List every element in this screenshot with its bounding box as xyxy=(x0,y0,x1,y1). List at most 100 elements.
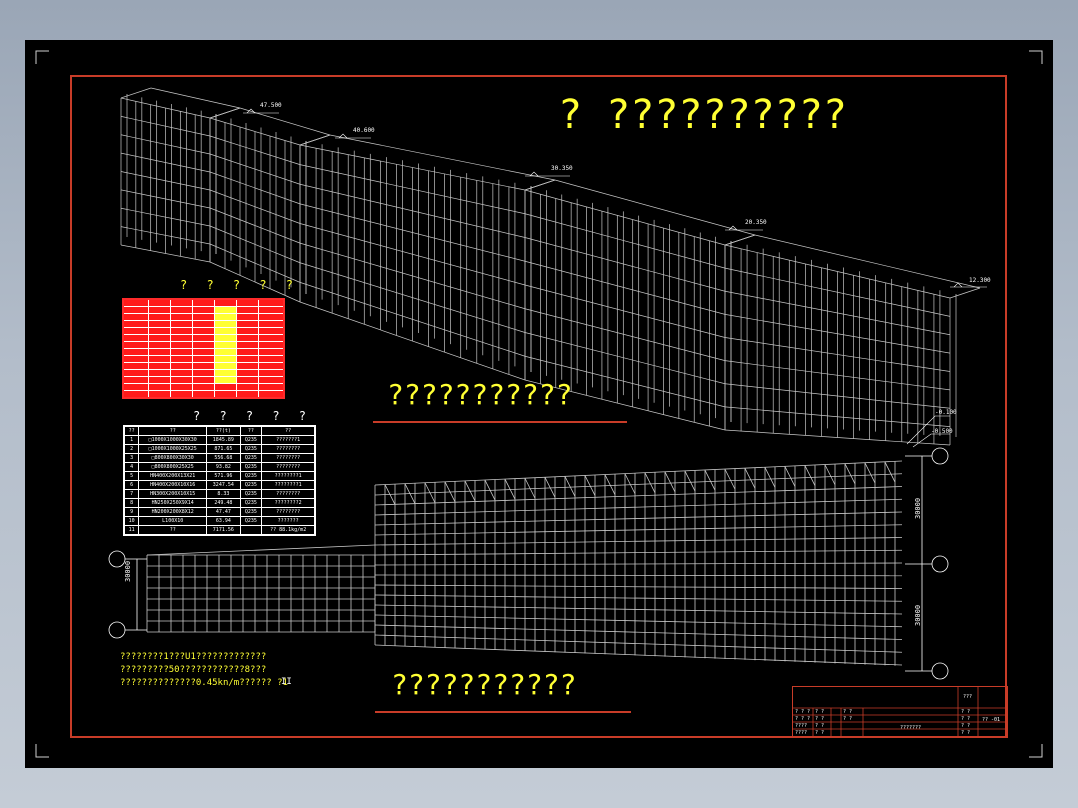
table-cell xyxy=(148,306,172,314)
note-line: ?????????50????????????8??? xyxy=(120,665,267,675)
dimension-right-top: 30000 xyxy=(914,497,922,519)
table-cell: 7 xyxy=(123,489,140,499)
tb-label: ? ? xyxy=(843,709,853,715)
table-cell: 9 xyxy=(123,507,140,517)
table-cell xyxy=(257,341,285,349)
table-cell xyxy=(148,313,172,321)
table-cell: 2 xyxy=(123,444,140,454)
ground-level-label: -0.500 xyxy=(931,428,953,435)
table-row xyxy=(122,334,285,342)
table-cell xyxy=(213,376,237,384)
table-cell xyxy=(192,376,215,384)
table-cell xyxy=(235,355,259,363)
table-cell: 63.94 xyxy=(206,516,241,526)
table-cell: ???????1 xyxy=(261,435,316,445)
table-cell: 4 xyxy=(123,462,140,472)
tb-label: ? ? xyxy=(843,716,853,722)
table-cell: ??????? xyxy=(261,516,316,526)
table-row: 11?? 7171.56 ?? 88.1kg/m2 xyxy=(123,525,316,536)
table-cell xyxy=(257,313,285,321)
table-cell xyxy=(170,341,194,349)
table-cell xyxy=(192,306,215,314)
grid-bubble xyxy=(931,555,949,573)
table-cell xyxy=(257,362,285,370)
table-cell xyxy=(235,390,259,399)
table-cell xyxy=(122,320,150,328)
table-row xyxy=(122,306,285,314)
table-cell: 871.65 xyxy=(206,444,241,454)
table-cell xyxy=(148,327,172,335)
title-block: ??? ??????? ?? -01 ? ? ? ? ? ? ? ? ? ? ?… xyxy=(792,686,1008,738)
tb-label: ???? xyxy=(795,723,808,729)
steel-table-title: ? ? ? ? ? xyxy=(180,278,300,292)
table-cell: 1 xyxy=(123,435,140,445)
table-cell xyxy=(170,362,194,370)
table-cell xyxy=(170,320,194,328)
sheet-number: ?? -01 xyxy=(982,717,1001,723)
table-cell xyxy=(235,327,259,335)
table-cell: 249.48 xyxy=(206,498,241,508)
table-cell xyxy=(235,376,259,384)
table-cell: Q235 xyxy=(239,444,263,454)
table-cell xyxy=(235,341,259,349)
table-cell: 10 xyxy=(123,516,140,526)
tb-label: ? ? xyxy=(815,716,825,722)
table-cell xyxy=(257,355,285,363)
table-cell xyxy=(235,306,259,314)
table-cell: 8.33 xyxy=(206,489,241,499)
table-cell: ????????2 xyxy=(261,498,316,508)
column-header: ?? xyxy=(239,425,263,436)
tb-label: ? ? xyxy=(961,730,971,736)
table-cell: HN200X200X8X12 xyxy=(138,507,208,517)
level-label: 40.600 xyxy=(353,127,375,134)
table-cell xyxy=(213,313,237,321)
table-cell: L100X10 xyxy=(138,516,208,526)
table-cell: ????????1 xyxy=(261,480,316,490)
table-cell xyxy=(235,320,259,328)
table-cell xyxy=(192,341,215,349)
table-cell: 6 xyxy=(123,480,140,490)
table-cell xyxy=(192,320,215,328)
table-cell xyxy=(213,355,237,363)
table-row xyxy=(122,313,285,321)
tb-label: ? ? ? xyxy=(795,709,811,715)
table-cell xyxy=(235,362,259,370)
table-cell xyxy=(122,355,150,363)
table-cell xyxy=(213,362,237,370)
table-cell: Q235 xyxy=(239,453,263,463)
table-row: 3 □800X800X30X30 556.68 Q235???????? xyxy=(123,453,316,463)
table-cell: Q235 xyxy=(239,435,263,445)
table-cell: ?? xyxy=(138,525,208,536)
table-cell: Q235 xyxy=(239,489,263,499)
table-cell xyxy=(170,334,194,342)
isometric-view-caption: ??????????? xyxy=(387,378,573,411)
column-header: ?? xyxy=(123,425,140,436)
table-cell xyxy=(257,376,285,384)
table-cell xyxy=(192,298,215,307)
table-cell: Q235 xyxy=(239,507,263,517)
table-cell xyxy=(122,362,150,370)
table-cell: ???????? xyxy=(261,507,316,517)
table-cell xyxy=(192,334,215,342)
table-cell xyxy=(148,348,172,356)
table-cell xyxy=(170,390,194,399)
table-cell: Q235 xyxy=(239,480,263,490)
table-cell xyxy=(122,327,150,335)
table-cell xyxy=(170,313,194,321)
table-cell: 93.82 xyxy=(206,462,241,472)
table-cell xyxy=(213,383,237,391)
table-cell: HN400X200X13X21 xyxy=(138,471,208,481)
grid-bubble xyxy=(931,662,949,680)
table-cell xyxy=(122,383,150,391)
column-header: ??(t) xyxy=(206,425,241,436)
table-cell xyxy=(213,348,237,356)
tb-label: ? ? xyxy=(961,723,971,729)
table-cell xyxy=(148,376,172,384)
dimension-right-bottom: 30000 xyxy=(914,604,922,626)
level-label: 12.300 xyxy=(969,277,991,284)
table-cell xyxy=(192,362,215,370)
table-cell xyxy=(170,298,194,307)
table-row: 8 HN250X250X9X14 249.48 Q235 ????????2 xyxy=(123,498,316,508)
table-cell xyxy=(170,306,194,314)
level-label: 47.500 xyxy=(260,102,282,109)
